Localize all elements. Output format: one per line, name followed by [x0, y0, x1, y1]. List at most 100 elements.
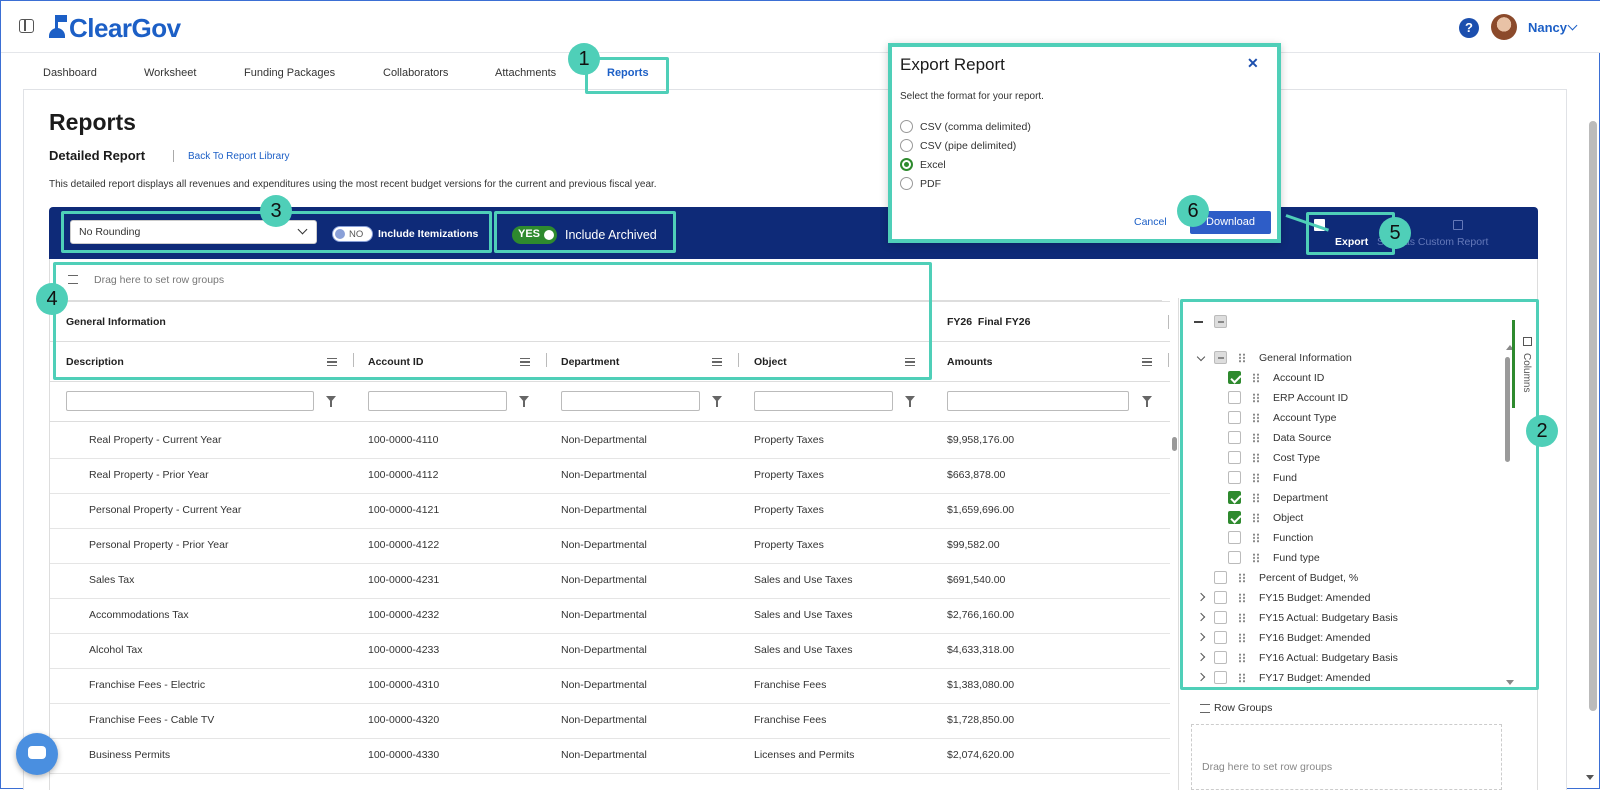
cell-amount: $9,958,176.00 — [947, 434, 1015, 446]
group-header-fy26: FY26 Final FY26 — [947, 316, 1031, 328]
filter-icon[interactable] — [326, 396, 336, 407]
cell-object: Property Taxes — [754, 469, 824, 481]
table-row — [50, 633, 1170, 634]
table-row — [50, 668, 1170, 669]
cell-description: Business Permits — [89, 749, 171, 761]
department-filter-input[interactable] — [561, 391, 700, 411]
avatar[interactable] — [1491, 14, 1517, 40]
table-row — [50, 738, 1170, 739]
cell-description: Sales Tax — [89, 574, 135, 586]
format-option-label[interactable]: PDF — [920, 178, 941, 190]
object-filter-input[interactable] — [754, 391, 893, 411]
row-groups-drop-label: Drag here to set row groups — [1202, 761, 1333, 773]
cancel-button[interactable]: Cancel — [1134, 216, 1167, 228]
cell-amount: $2,074,620.00 — [947, 749, 1015, 761]
row-groups-drop-zone[interactable] — [1191, 724, 1502, 790]
cell-amount: $1,659,696.00 — [947, 504, 1015, 516]
cell-amount: $1,728,850.00 — [947, 714, 1015, 726]
cell-account-id: 100-0000-4232 — [368, 609, 440, 621]
cell-description: Real Property - Current Year — [89, 434, 222, 446]
callout-badge-3: 3 — [260, 195, 292, 227]
cell-department: Non-Departmental — [561, 504, 647, 516]
tab-dashboard[interactable]: Dashboard — [43, 67, 97, 79]
account-id-filter-input[interactable] — [368, 391, 507, 411]
cell-object: Sales and Use Taxes — [754, 644, 853, 656]
cell-department: Non-Departmental — [561, 539, 647, 551]
column-header-amounts[interactable]: Amounts — [947, 356, 993, 368]
cleargov-logo[interactable]: ClearGov — [49, 13, 181, 44]
cell-department: Non-Departmental — [561, 679, 647, 691]
cell-account-id: 100-0000-4231 — [368, 574, 440, 586]
callout-badge-1: 1 — [568, 43, 600, 75]
table-row — [50, 493, 1170, 494]
user-name[interactable]: Nancy — [1528, 20, 1567, 35]
cell-amount: $4,633,318.00 — [947, 644, 1015, 656]
amounts-filter-input[interactable] — [947, 391, 1129, 411]
report-subtitle: Detailed Report — [49, 148, 146, 163]
cell-account-id: 100-0000-4233 — [368, 644, 440, 656]
top-bar: ClearGov ? Nancy — [1, 1, 1600, 53]
description-filter-input[interactable] — [66, 391, 314, 411]
callout-highlight-include-archived — [494, 211, 676, 253]
chat-icon[interactable] — [16, 733, 58, 775]
cell-amount: $2,766,160.00 — [947, 609, 1015, 621]
cell-department: Non-Departmental — [561, 469, 647, 481]
format-option-label[interactable]: Excel — [920, 159, 946, 171]
cell-department: Non-Departmental — [561, 609, 647, 621]
column-menu-icon[interactable] — [1142, 358, 1152, 366]
table-row — [50, 528, 1170, 529]
chevron-down-icon[interactable] — [1567, 20, 1578, 31]
divider — [50, 421, 1170, 422]
page-scrollbar[interactable] — [1589, 121, 1597, 711]
cell-object: Franchise Fees — [754, 679, 827, 691]
dialog-prompt: Select the format for your report. — [900, 91, 1044, 102]
format-option-label[interactable]: CSV (comma delimited) — [920, 121, 1031, 133]
format-radio[interactable] — [900, 139, 913, 152]
cell-description: Personal Property - Current Year — [89, 504, 242, 516]
divider — [173, 150, 174, 162]
cell-department: Non-Departmental — [561, 434, 647, 446]
filter-icon[interactable] — [905, 396, 915, 407]
divider — [50, 381, 1170, 382]
tab-worksheet[interactable]: Worksheet — [144, 67, 196, 79]
grid-scrollbar[interactable] — [1172, 437, 1177, 451]
table-row — [50, 598, 1170, 599]
cell-account-id: 100-0000-4330 — [368, 749, 440, 761]
divider[interactable] — [1168, 353, 1169, 367]
cell-object: Property Taxes — [754, 434, 824, 446]
tab-attachments[interactable]: Attachments — [495, 67, 556, 79]
cell-account-id: 100-0000-4122 — [368, 539, 440, 551]
callout-badge-4: 4 — [36, 283, 68, 315]
cell-amount: $691,540.00 — [947, 574, 1006, 586]
cell-department: Non-Departmental — [561, 749, 647, 761]
cell-description: Accommodations Tax — [89, 609, 189, 621]
format-radio[interactable] — [900, 120, 913, 133]
format-radio[interactable] — [900, 158, 913, 171]
back-to-report-library-link[interactable]: Back To Report Library — [188, 151, 290, 162]
table-row — [50, 773, 1170, 774]
cell-object: Property Taxes — [754, 539, 824, 551]
close-icon[interactable]: ✕ — [1247, 55, 1259, 72]
format-option-label[interactable]: CSV (pipe delimited) — [920, 140, 1016, 152]
cell-description: Personal Property - Prior Year — [89, 539, 229, 551]
filter-icon[interactable] — [1142, 396, 1152, 407]
cell-department: Non-Departmental — [561, 714, 647, 726]
cell-account-id: 100-0000-4320 — [368, 714, 440, 726]
cell-object: Property Taxes — [754, 504, 824, 516]
table-row — [50, 458, 1170, 459]
table-row — [50, 703, 1170, 704]
sidebar-toggle-icon[interactable] — [19, 19, 34, 33]
tab-collaborators[interactable]: Collaborators — [383, 67, 448, 79]
cell-description: Alcohol Tax — [89, 644, 143, 656]
tab-funding-packages[interactable]: Funding Packages — [244, 67, 335, 79]
filter-icon[interactable] — [712, 396, 722, 407]
cell-description: Real Property - Prior Year — [89, 469, 209, 481]
format-radio[interactable] — [900, 177, 913, 190]
dialog-title: Export Report — [900, 55, 1005, 74]
cell-account-id: 100-0000-4310 — [368, 679, 440, 691]
filter-icon[interactable] — [519, 396, 529, 407]
cell-object: Franchise Fees — [754, 714, 827, 726]
callout-highlight-columns-header — [53, 262, 932, 380]
help-icon[interactable]: ? — [1459, 18, 1479, 38]
page-scroll-down-icon[interactable] — [1586, 775, 1594, 780]
